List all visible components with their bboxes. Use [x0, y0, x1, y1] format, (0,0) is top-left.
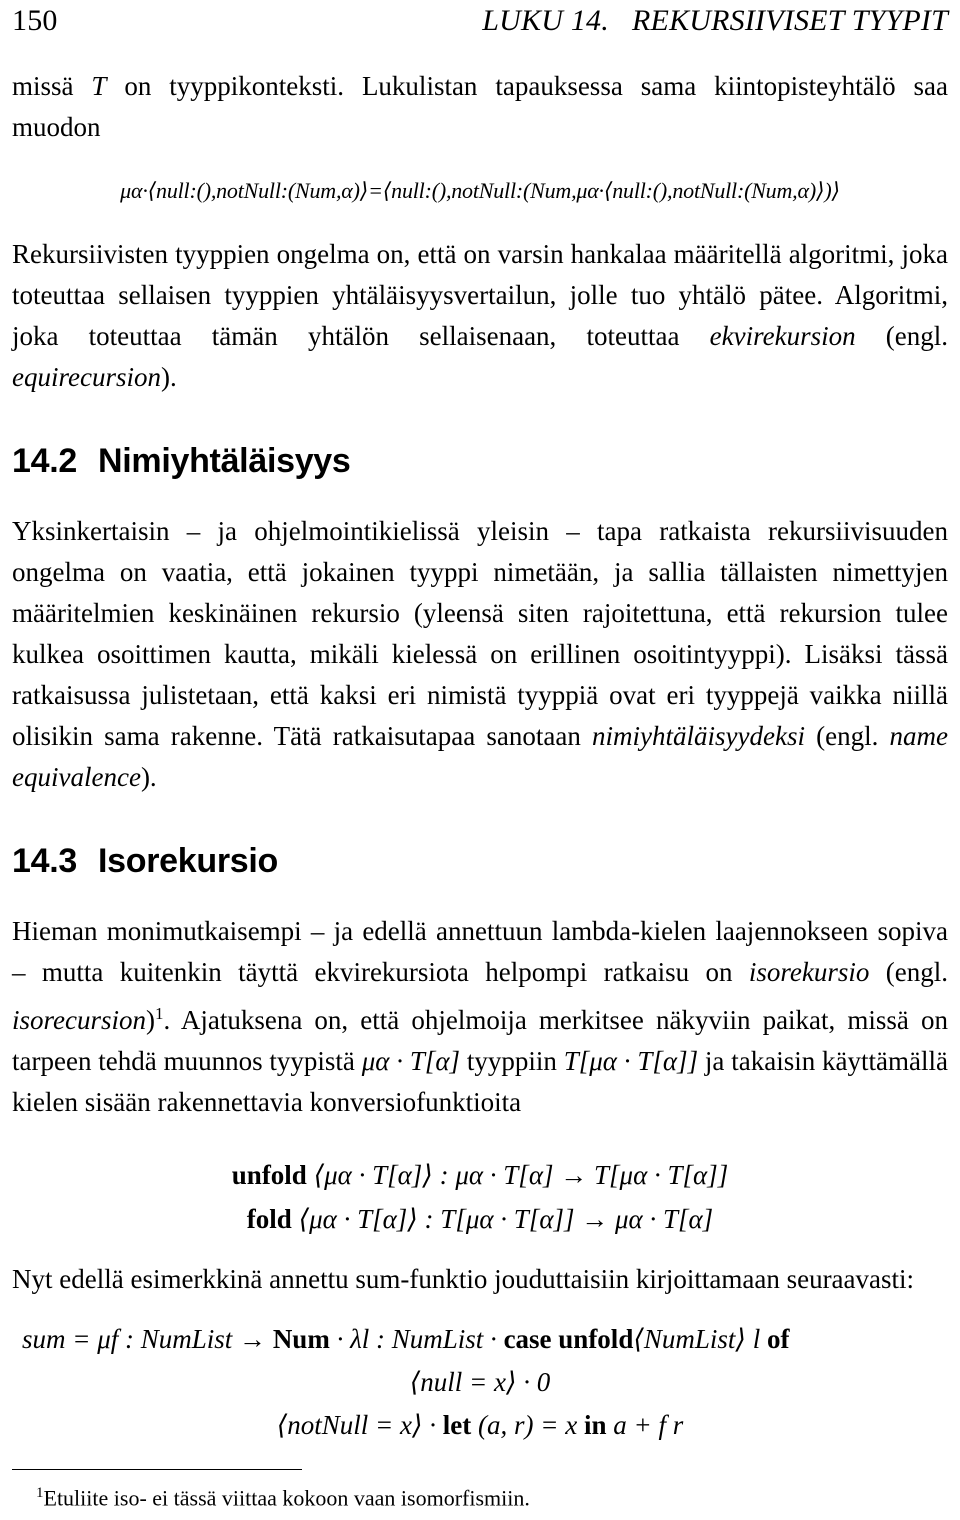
- fixpoint-equation-block: μα·⟨null:(),notNull:(Num,α)⟩=⟨null:(),no…: [12, 178, 948, 204]
- equirecursion-term-fi: ekvirekursion: [709, 321, 856, 351]
- sum-line3-c: a + f r: [606, 1410, 684, 1440]
- s143-text-4: tyyppiin: [460, 1046, 564, 1076]
- section-title-14-3: Isorekursio: [98, 842, 278, 880]
- section-14-2-paragraph: Yksinkertaisin – ja ohjelmointikielissä …: [12, 511, 948, 798]
- s143-paren-close: ): [146, 1005, 155, 1035]
- s142-term-fi: nimiyhtäläisyydeksi: [592, 721, 805, 751]
- s143-math-1: μα · T[α]: [361, 1046, 461, 1076]
- sum-line1-case-unfold: case unfold: [503, 1324, 634, 1354]
- s143-term-fi: isorekursio: [748, 957, 870, 987]
- section-title-14-2: Nimiyhtäläisyys: [98, 442, 351, 480]
- footnote-separator-rule: [12, 1468, 302, 1470]
- equirecursion-text-2: (engl.: [855, 321, 949, 351]
- s143-math-2: T[μα · T[α]]: [563, 1046, 699, 1076]
- sum-definition-line-2: ⟨null = x⟩ · 0: [409, 1367, 551, 1397]
- sum-intro-paragraph: Nyt edellä esimerkkinä annettu sum-funkt…: [12, 1264, 915, 1294]
- fold-keyword: fold: [246, 1204, 292, 1234]
- s142-text-1: Yksinkertaisin – ja ohjelmointikielissä …: [12, 516, 948, 751]
- unfold-equation: unfold ⟨μα · T[α]⟩ : μα · T[α] → T[μα · …: [12, 1153, 948, 1197]
- sum-line3-let: let: [442, 1410, 472, 1440]
- fold-equation: fold ⟨μα · T[α]⟩ : T[μα · T[α]] → μα · T…: [12, 1197, 948, 1241]
- footnote-area: 1Etuliite iso- ei tässä viittaa kokoon v…: [12, 1468, 948, 1512]
- sum-line1-num: Num: [272, 1324, 330, 1354]
- page-number: 150: [12, 4, 58, 37]
- unfold-keyword: unfold: [231, 1160, 307, 1190]
- fold-body: ⟨μα · T[α]⟩ : T[μα · T[α]] → μα · T[α]: [291, 1204, 714, 1234]
- sum-line3-a: ⟨notNull = x⟩ ·: [276, 1410, 443, 1440]
- s143-text-2: (engl.: [869, 957, 948, 987]
- footnote-marker: 1: [36, 1484, 44, 1501]
- equirecursion-text-3: ).: [160, 362, 177, 392]
- section-heading-14-2: 14.2 Nimiyhtäläisyys: [12, 442, 948, 481]
- intro-text-after: on tyyppikonteksti. Lukulistan tapaukses…: [12, 71, 948, 142]
- footnote-text: 1Etuliite iso- ei tässä viittaa kokoon v…: [12, 1479, 948, 1512]
- section-number-14-3: 14.3: [12, 842, 77, 880]
- s142-text-3: ).: [140, 762, 157, 792]
- intro-paragraph: missä T on tyyppikonteksti. Lukulistan t…: [12, 66, 948, 148]
- unfold-body: ⟨μα · T[α]⟩ : μα · T[α] → T[μα · T[α]]: [306, 1160, 729, 1190]
- chapter-title: LUKU 14. REKURSIIVISET TYYPIT: [482, 4, 948, 37]
- section-14-3-paragraph: Hieman monimutkaisempi – ja edellä annet…: [12, 911, 948, 1123]
- equirecursion-paragraph: Rekursiivisten tyyppien ongelma on, että…: [12, 234, 948, 398]
- conversion-equations-block: unfold ⟨μα · T[α]⟩ : μα · T[α] → T[μα · …: [12, 1153, 948, 1241]
- footnote-reference[interactable]: 1: [155, 1004, 164, 1023]
- sum-definition-line-3: ⟨notNull = x⟩ · let (a, r) = x in a + f …: [12, 1404, 948, 1447]
- type-context-variable: T: [91, 71, 107, 101]
- equirecursion-term-en: equirecursion: [12, 362, 161, 392]
- document-page: 150 LUKU 14. REKURSIIVISET TYYPIT missä …: [0, 0, 960, 1520]
- sum-line1-of: of: [766, 1324, 790, 1354]
- intro-text-before: missä: [12, 71, 92, 101]
- running-head: 150 LUKU 14. REKURSIIVISET TYYPIT: [12, 0, 948, 48]
- footnote-body: Etuliite iso- ei tässä viittaa kokoon va…: [43, 1485, 530, 1510]
- sum-line1-a: sum = μf : NumList →: [22, 1324, 273, 1354]
- sum-line3-in: in: [583, 1410, 607, 1440]
- section-heading-14-3: 14.3 Isorekursio: [12, 842, 948, 881]
- sum-definition-line-1: sum = μf : NumList → Num · λl : NumList …: [12, 1318, 948, 1361]
- sum-line1-c: ⟨NumList⟩ l: [633, 1324, 767, 1354]
- s142-text-2: (engl.: [804, 721, 890, 751]
- section-number-14-2: 14.2: [12, 442, 77, 480]
- sum-definition-block: sum = μf : NumList → Num · λl : NumList …: [12, 1318, 948, 1447]
- sum-line3-b: (a, r) = x: [471, 1410, 584, 1440]
- sum-line1-b: · λl : NumList ·: [329, 1324, 504, 1354]
- s143-term-en: isorecursion: [12, 1005, 146, 1035]
- fixpoint-equation: μα·⟨null:(),notNull:(Num,α)⟩=⟨null:(),no…: [120, 178, 840, 203]
